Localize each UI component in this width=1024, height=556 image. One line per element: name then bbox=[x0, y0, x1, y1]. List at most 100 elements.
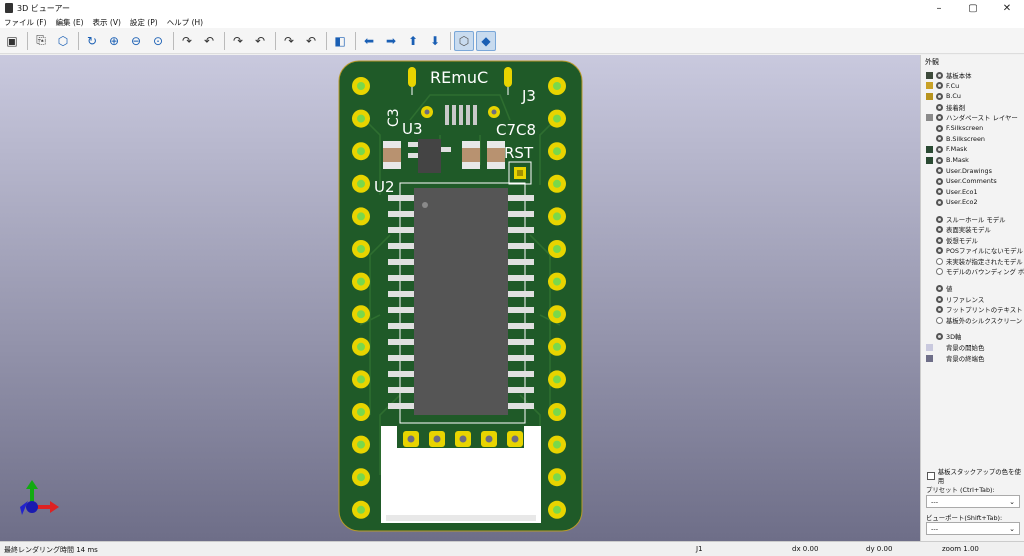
visibility-eye-icon[interactable] bbox=[936, 145, 943, 153]
move-down-button[interactable]: ⬇ bbox=[425, 31, 445, 51]
visibility-eye-icon[interactable] bbox=[936, 306, 943, 314]
layer-row-bg-bottom[interactable]: 背景の終端色 bbox=[921, 353, 1024, 364]
header-pad bbox=[352, 435, 370, 454]
close-button[interactable]: ✕ bbox=[990, 0, 1024, 16]
visibility-eye-icon[interactable] bbox=[936, 82, 943, 90]
header-pad bbox=[352, 240, 370, 258]
visibility-eye-icon[interactable] bbox=[936, 124, 943, 132]
ic-pin bbox=[388, 211, 414, 217]
menu-preferences[interactable]: 設定 (P) bbox=[130, 17, 158, 28]
zoom-out-button[interactable]: ⊖ bbox=[126, 31, 146, 51]
rotate-x-cw-button[interactable]: ↷ bbox=[177, 31, 197, 51]
layer-row[interactable]: F.Silkscreen bbox=[921, 123, 1024, 134]
layer-label: B.Silkscreen bbox=[946, 134, 985, 143]
visibility-hidden-icon[interactable] bbox=[936, 268, 943, 276]
color-swatch[interactable] bbox=[926, 114, 933, 122]
layer-row[interactable]: B.Silkscreen bbox=[921, 134, 1024, 145]
color-swatch[interactable] bbox=[926, 354, 933, 362]
menu-edit[interactable]: 編集 (E) bbox=[56, 17, 84, 28]
layer-row[interactable]: F.Mask bbox=[921, 144, 1024, 155]
layer-row[interactable]: User.Drawings bbox=[921, 165, 1024, 176]
zoom-out-icon: ⊖ bbox=[130, 33, 142, 48]
flip-board-button[interactable]: ◧ bbox=[330, 31, 350, 51]
layer-row[interactable]: スルーホール モデル bbox=[921, 214, 1024, 225]
color-swatch[interactable] bbox=[926, 156, 933, 164]
connector-pad bbox=[507, 431, 523, 447]
zoom-in-button[interactable]: ⊕ bbox=[104, 31, 124, 51]
layer-row-3d-axis[interactable]: 3D軸 bbox=[921, 332, 1024, 343]
layer-row[interactable]: 基板本体 bbox=[921, 70, 1024, 81]
visibility-hidden-icon[interactable] bbox=[936, 316, 943, 324]
layer-row[interactable]: 表面実装モデル bbox=[921, 224, 1024, 235]
layer-row[interactable]: User.Eco1 bbox=[921, 187, 1024, 198]
preset-select[interactable]: --- ⌄ bbox=[926, 495, 1020, 508]
visibility-eye-icon[interactable] bbox=[936, 247, 943, 255]
visibility-eye-icon[interactable] bbox=[936, 103, 943, 111]
color-swatch[interactable] bbox=[926, 71, 933, 79]
raytrace-button[interactable]: ⬡ bbox=[53, 31, 73, 51]
layer-row[interactable]: 未実装が指定されたモデル bbox=[921, 256, 1024, 267]
rotate-x-ccw-button[interactable]: ↶ bbox=[199, 31, 219, 51]
layer-row[interactable]: B.Mask bbox=[921, 155, 1024, 166]
menu-file[interactable]: ファイル (F) bbox=[4, 17, 47, 28]
visibility-eye-icon[interactable] bbox=[936, 215, 943, 223]
3d-viewport[interactable]: REmuC J3 C3 U3 C7C8 RST U2 bbox=[0, 55, 920, 541]
layer-row-bg-top[interactable]: 背景の開始色 bbox=[921, 342, 1024, 353]
visibility-eye-icon[interactable] bbox=[936, 333, 943, 341]
ic-pin bbox=[388, 275, 414, 281]
layer-row[interactable]: B.Cu bbox=[921, 91, 1024, 102]
minimize-button[interactable]: – bbox=[922, 0, 956, 16]
layer-row[interactable]: モデルのバウンディング ボックス bbox=[921, 267, 1024, 278]
visibility-hidden-icon[interactable] bbox=[936, 257, 943, 265]
visibility-eye-icon[interactable] bbox=[936, 295, 943, 303]
layer-row[interactable]: 値 bbox=[921, 283, 1024, 294]
move-up-button[interactable]: ⬆ bbox=[403, 31, 423, 51]
move-left-button[interactable]: ⬅ bbox=[359, 31, 379, 51]
header-pad bbox=[548, 174, 566, 193]
stackup-color-checkbox[interactable]: 基板スタックアップの色を使用 bbox=[927, 467, 1024, 485]
layer-row[interactable]: POSファイルにないモデル bbox=[921, 246, 1024, 257]
color-swatch[interactable] bbox=[926, 145, 933, 153]
layer-row[interactable]: ハンダペースト レイヤー bbox=[921, 112, 1024, 123]
visibility-eye-icon[interactable] bbox=[936, 285, 943, 293]
zoom-fit-button[interactable]: ⊙ bbox=[148, 31, 168, 51]
maximize-button[interactable]: ▢ bbox=[956, 0, 990, 16]
checkbox-box[interactable] bbox=[927, 472, 935, 480]
visibility-eye-icon[interactable] bbox=[936, 226, 943, 234]
color-swatch[interactable] bbox=[926, 92, 933, 100]
visibility-eye-icon[interactable] bbox=[936, 177, 943, 185]
menu-help[interactable]: ヘルプ (H) bbox=[167, 17, 203, 28]
visibility-eye-icon[interactable] bbox=[936, 198, 943, 206]
color-swatch[interactable] bbox=[926, 344, 933, 352]
visibility-eye-icon[interactable] bbox=[936, 71, 943, 79]
visibility-eye-icon[interactable] bbox=[936, 156, 943, 164]
visibility-eye-icon[interactable] bbox=[936, 167, 943, 175]
rotate-z-ccw-button[interactable]: ↶ bbox=[301, 31, 321, 51]
layer-row[interactable]: User.Comments bbox=[921, 176, 1024, 187]
rotate-z-cw-button[interactable]: ↷ bbox=[279, 31, 299, 51]
visibility-eye-icon[interactable] bbox=[936, 188, 943, 196]
visibility-eye-icon[interactable] bbox=[936, 92, 943, 100]
visibility-eye-icon[interactable] bbox=[936, 135, 943, 143]
layer-row[interactable]: フットプリントのテキスト bbox=[921, 304, 1024, 315]
layer-row[interactable]: F.Cu bbox=[921, 81, 1024, 92]
layers-manager-icon: ◆ bbox=[481, 33, 491, 48]
reload-button[interactable]: ↻ bbox=[82, 31, 102, 51]
layers-manager-button[interactable]: ◆ bbox=[476, 30, 496, 51]
layer-row[interactable]: 仮想モデル bbox=[921, 235, 1024, 246]
rotate-y-cw-button[interactable]: ↷ bbox=[228, 31, 248, 51]
layer-row[interactable]: 基板外のシルクスクリーン bbox=[921, 315, 1024, 326]
layer-row[interactable]: 接着剤 bbox=[921, 102, 1024, 113]
visibility-eye-icon[interactable] bbox=[936, 236, 943, 244]
viewport-select[interactable]: --- ⌄ bbox=[926, 522, 1020, 535]
layer-row[interactable]: User.Eco2 bbox=[921, 197, 1024, 208]
visibility-eye-icon[interactable] bbox=[936, 114, 943, 122]
render-button[interactable]: ▣ bbox=[2, 31, 22, 51]
move-right-button[interactable]: ➡ bbox=[381, 31, 401, 51]
copy-image-button[interactable]: ⎘ bbox=[31, 31, 51, 51]
color-swatch[interactable] bbox=[926, 82, 933, 90]
rotate-y-ccw-button[interactable]: ↶ bbox=[250, 31, 270, 51]
layer-row[interactable]: リファレンス bbox=[921, 294, 1024, 305]
menu-view[interactable]: 表示 (V) bbox=[93, 17, 121, 28]
orthographic-button[interactable]: ⬡ bbox=[454, 30, 474, 51]
